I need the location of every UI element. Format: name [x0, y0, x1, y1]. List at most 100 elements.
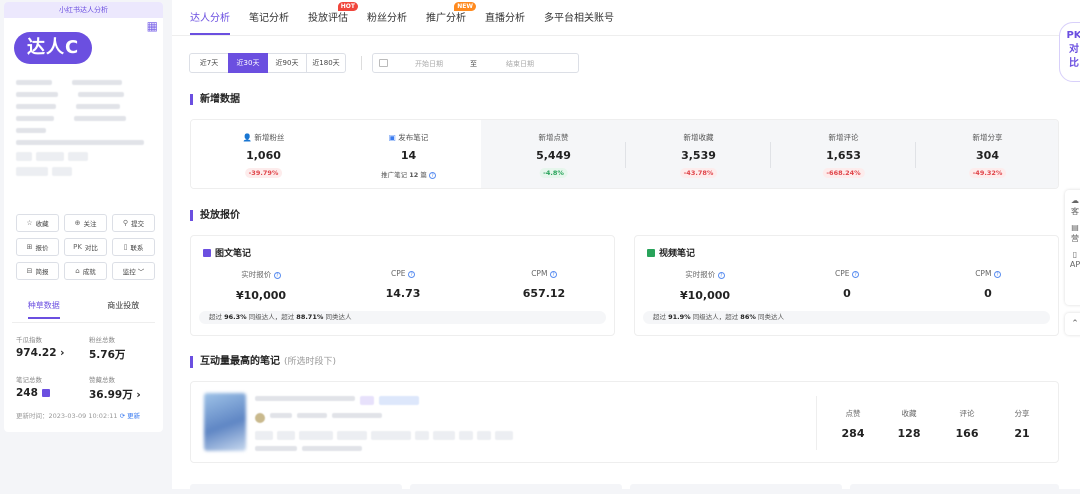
tab-live-analysis[interactable]: 直播分析 — [485, 0, 525, 35]
tab-campaign-evaluation[interactable]: 投放评估 HOT — [308, 0, 358, 35]
back-to-top-button[interactable]: ⌃ — [1065, 313, 1080, 335]
note-stat-comments: 评论 166 — [955, 409, 979, 440]
change-badge: -49.32% — [968, 168, 1007, 178]
sidebar-tabs: 种草数据 商业投放 — [4, 300, 163, 319]
quote-icon: ⊞ — [26, 243, 33, 251]
date-range-buttons: 近7天 近30天 近90天 近180天 — [189, 53, 346, 73]
note-stat-favorites: 收藏 128 — [897, 409, 921, 440]
marketing-icon[interactable]: ▤ — [1065, 223, 1080, 232]
metric-new-likes: 新增点赞 5,449 -4.8% — [536, 133, 571, 178]
tab-promotion-analysis[interactable]: 推广分析 NEW — [426, 0, 476, 35]
contact-button[interactable]: ▯ 联系 — [112, 238, 155, 256]
calendar-icon — [379, 59, 388, 67]
tabs-divider — [172, 35, 1080, 36]
stat-fans-total: 粉丝总数 5.76万 — [89, 336, 126, 361]
chevron-up-icon: ⌃ — [1071, 319, 1079, 329]
note-stat-shares: 分享 21 — [1014, 409, 1030, 440]
top-note-card[interactable]: 点赞 284 收藏 128 评论 166 分享 21 — [190, 381, 1059, 463]
phone-icon: ▯ — [123, 243, 128, 251]
change-badge: -668.24% — [822, 168, 865, 178]
divider — [12, 322, 155, 323]
main-panel: 达人分析 笔记分析 投放评估 HOT 粉丝分析 推广分析 NEW 直播分析 多平台相… — [172, 0, 1080, 494]
submit-icon: ⚲ — [122, 219, 129, 227]
trophy-icon: ⌂ — [75, 267, 80, 275]
metric-new-shares: 新增分享 304 -49.32% — [916, 120, 1058, 188]
section-title-top-note: 互动量最高的笔记 (所选时段下) — [190, 356, 336, 368]
date-range-picker[interactable]: 开始日期 至 结束日期 — [372, 53, 579, 73]
achievement-button[interactable]: ⌂ 成就 — [64, 262, 107, 280]
help-icon[interactable]: ? — [993, 270, 1001, 278]
range-180d[interactable]: 近180天 — [306, 53, 346, 73]
change-badge: -39.79% — [244, 168, 283, 178]
note-stat-likes: 点赞 284 — [841, 409, 865, 440]
user-icon: 👤 — [242, 133, 252, 142]
range-90d[interactable]: 近90天 — [267, 53, 307, 73]
app-icon[interactable]: ▯ — [1065, 250, 1080, 259]
percentile-bar: 超过 96.3% 同级达人，超过 88.71% 同类达人 — [199, 311, 606, 324]
new-badge: NEW — [454, 2, 476, 11]
range-30d[interactable]: 近30天 — [228, 53, 268, 73]
placeholder-card — [630, 484, 842, 494]
compare-button[interactable]: PK 对比 — [64, 238, 107, 256]
pricing-card-image-note: 图文笔记 实时报价 ? ¥10,000 CPE ? 14.73 CPM ? 657.1… — [190, 235, 615, 336]
pricing-card-video-note: 视频笔记 实时报价 ? ¥10,000 CPE ? 0 CPM ? 0 超过 91.9… — [634, 235, 1059, 336]
placeholder-card — [190, 484, 402, 494]
image-icon[interactable] — [41, 389, 50, 397]
help-icon[interactable]: ? — [273, 271, 281, 279]
profile-info-blurred — [16, 80, 156, 182]
sidebar-header: 小红书达人分析 — [4, 2, 163, 18]
date-separator: 至 — [470, 60, 477, 68]
tab-note-analysis[interactable]: 笔记分析 — [249, 0, 289, 35]
tab-influencer-analysis[interactable]: 达人分析 — [190, 0, 230, 35]
divider — [361, 56, 362, 70]
quote-button[interactable]: ⊞ 报价 — [16, 238, 59, 256]
summary-stats: 千瓜指数 974.22 › 粉丝总数 5.76万 笔记总数 248 赞藏总数 36.99… — [16, 334, 156, 402]
qrcode-icon[interactable]: ▦ — [147, 20, 158, 32]
hot-badge: HOT — [337, 2, 358, 11]
brief-icon: ⊟ — [26, 267, 33, 275]
change-badge: -43.78% — [679, 168, 718, 178]
help-icon[interactable]: ? — [407, 270, 415, 278]
customer-service-icon[interactable]: ☁ — [1065, 196, 1080, 205]
monitor-dropdown[interactable]: 监控 ﹀ — [112, 262, 155, 280]
start-date-input[interactable]: 开始日期 — [415, 59, 443, 69]
refresh-button[interactable]: ⟳ 更新 — [120, 412, 141, 420]
range-7d[interactable]: 近7天 — [189, 53, 229, 73]
side-toolbar: ☁ 客 ▤ 营 ▯ AP — [1065, 190, 1080, 305]
section-title-pricing: 投放报价 — [190, 210, 240, 221]
help-icon[interactable]: ? — [428, 171, 436, 179]
pk-icon: PK — [73, 243, 82, 251]
tab-fans-analysis[interactable]: 粉丝分析 — [367, 0, 407, 35]
influencer-name-badge: 达人C — [14, 32, 93, 64]
divider — [816, 396, 817, 450]
metric-new-fans: 👤 新增粉丝 1,060 -39.79% — [242, 133, 285, 178]
action-buttons: ☆ 收藏 ⊕ 关注 ⚲ 提交 ⊞ 报价 PK 对比 ▯ 联系 ⊟ 简报 ⌂ 成就 监控 ﹀ — [16, 214, 156, 280]
note-thumbnail[interactable] — [204, 393, 246, 451]
video-note-icon — [647, 248, 655, 257]
favorite-button[interactable]: ☆ 收藏 — [16, 214, 59, 232]
follow-button[interactable]: ⊕ 关注 — [64, 214, 107, 232]
brief-button[interactable]: ⊟ 简报 — [16, 262, 59, 280]
new-data-panel: 👤 新增粉丝 1,060 -39.79% ▣ 发布笔记 14 推广笔记 12 篇… — [190, 119, 1059, 189]
stat-qiangua-index[interactable]: 千瓜指数 974.22 › — [16, 334, 89, 362]
help-icon[interactable]: ? — [549, 270, 557, 278]
metric-new-favorites: 新增收藏 3,539 -43.78% — [679, 133, 718, 178]
submit-button[interactable]: ⚲ 提交 — [112, 214, 155, 232]
note-info-blurred — [255, 396, 605, 451]
pk-compare-float-button[interactable]: PK 对 比 — [1059, 22, 1080, 82]
placeholder-card — [410, 484, 622, 494]
follow-icon: ⊕ — [74, 219, 81, 227]
tab-multi-platform[interactable]: 多平台相关账号 — [544, 0, 614, 35]
section-title-new-data: 新增数据 — [190, 94, 240, 105]
profile-sidebar: 小红书达人分析 ▦ 达人C ☆ 收藏 ⊕ 关注 ⚲ 提交 ⊞ 报价 PK 对比 ▯ 联系 ⊟… — [4, 2, 163, 432]
help-icon[interactable]: ? — [717, 271, 725, 279]
analysis-tabs: 达人分析 笔记分析 投放评估 HOT 粉丝分析 推广分析 NEW 直播分析 多平台相… — [190, 0, 614, 35]
help-icon[interactable]: ? — [851, 270, 859, 278]
stat-likes-total[interactable]: 赞藏总数 36.99万 › — [89, 374, 156, 402]
metric-new-comments: 新增评论 1,653 -668.24% — [771, 120, 916, 188]
end-date-input[interactable]: 结束日期 — [506, 59, 534, 69]
star-icon: ☆ — [26, 219, 33, 227]
tab-seeding-data[interactable]: 种草数据 — [27, 300, 60, 319]
change-badge: -4.8% — [539, 168, 568, 178]
tab-commercial[interactable]: 商业投放 — [107, 300, 139, 319]
